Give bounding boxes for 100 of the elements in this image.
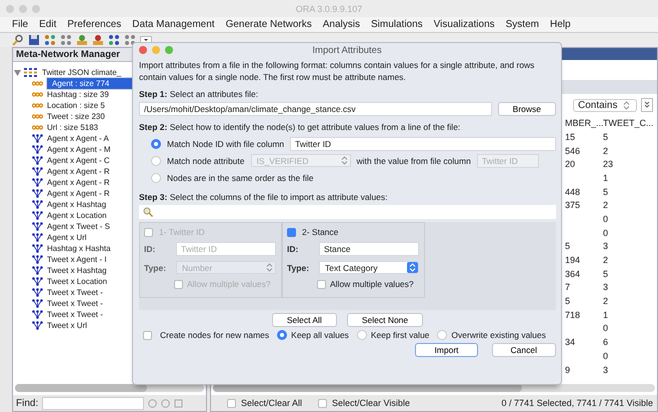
tree-item[interactable]: Agent x Agent - R <box>46 177 111 188</box>
table-cell: 448 <box>565 186 580 197</box>
tree-item[interactable]: Tweet x Tweet - <box>46 298 104 309</box>
checkbox[interactable] <box>317 280 326 288</box>
radio-button[interactable] <box>437 330 448 340</box>
person-icon[interactable] <box>76 34 88 46</box>
double-chevron-icon[interactable] <box>641 98 653 112</box>
stepper-icon <box>264 262 275 273</box>
menu-item[interactable]: Edit <box>39 19 56 30</box>
checkbox[interactable] <box>318 398 328 408</box>
menu-item[interactable]: Preferences <box>67 19 122 30</box>
graph-icon <box>32 156 43 165</box>
table-cell: 2 <box>603 296 608 306</box>
table-cell: 375 <box>565 200 580 210</box>
type-select[interactable]: Text Category <box>319 261 419 274</box>
dots-icon <box>32 103 43 108</box>
dots-icon <box>32 81 43 86</box>
select-none-button[interactable]: Select None <box>346 313 424 327</box>
window-title: ORA 3.0.9.9.107 <box>296 4 362 14</box>
tree-item[interactable]: Agent x Agent - C <box>46 155 111 166</box>
scrollbar[interactable] <box>213 384 655 392</box>
find-field[interactable] <box>42 396 144 410</box>
nodes-icon[interactable] <box>124 34 136 46</box>
select-all-button[interactable]: Select All <box>272 313 337 327</box>
magnifier-icon[interactable] <box>12 34 24 46</box>
tree-item[interactable]: Tweet x Url <box>46 320 88 331</box>
checkbox[interactable] <box>143 330 152 340</box>
tree-item[interactable]: Tweet : size 230 <box>46 111 106 122</box>
tree-item[interactable]: Agent x Agent - M <box>46 144 112 155</box>
nodes-icon[interactable] <box>108 34 120 46</box>
circle-icon[interactable] <box>148 398 158 408</box>
tree-item[interactable]: Tweet x Agent - I <box>46 254 108 265</box>
tree-item[interactable]: Agent x Tweet - S <box>46 221 111 232</box>
id-field[interactable]: Stance <box>319 242 419 256</box>
graph-icon <box>32 145 43 154</box>
radio-button[interactable] <box>277 330 288 340</box>
tree-item[interactable]: Agent x Agent - R <box>46 188 111 199</box>
file-path-field[interactable]: /Users/mohit/Desktop/aman/climate_change_stance.csv <box>139 102 492 116</box>
tree-item[interactable]: Tweet x Location <box>46 276 108 287</box>
tree-item[interactable]: Agent x Location <box>46 210 108 221</box>
tree-item[interactable]: Agent x Hashtag <box>46 199 108 210</box>
graph-icon <box>32 310 43 319</box>
radio-button[interactable] <box>151 172 161 182</box>
column-field[interactable]: Twitter ID <box>290 136 556 150</box>
tree-item[interactable]: Tweet x Tweet - <box>46 309 104 320</box>
menu-item[interactable]: Data Management <box>132 19 215 30</box>
checkbox[interactable] <box>287 228 296 236</box>
save-icon[interactable] <box>28 34 40 46</box>
tree-item[interactable]: Hashtag : size 39 <box>46 89 110 100</box>
tree-item[interactable]: Twitter JSON climate_ <box>41 67 122 78</box>
field-label: ID: <box>144 244 156 254</box>
menu-item[interactable]: System <box>506 19 539 30</box>
checkbox-label: Allow multiple values? <box>330 279 414 289</box>
table-cell: 1 <box>603 172 608 183</box>
table-cell: 194 <box>565 255 580 266</box>
scrollbar[interactable] <box>15 384 204 392</box>
table-cell: 20 <box>565 159 576 170</box>
column-header[interactable]: TWEET_C... <box>603 116 653 130</box>
radio-button[interactable] <box>151 138 161 148</box>
table-cell: 0 <box>603 350 608 361</box>
radio-button[interactable] <box>151 156 161 166</box>
square-icon[interactable] <box>174 398 184 408</box>
menu-item[interactable]: Simulations <box>370 19 423 30</box>
tree-item[interactable]: Hashtag x Hashta <box>46 243 112 254</box>
browse-button[interactable]: Browse <box>498 102 556 116</box>
grid-icon <box>24 68 38 77</box>
tree-item[interactable]: Location : size 5 <box>46 100 106 111</box>
tree-item[interactable]: Url : size 5183 <box>46 122 100 133</box>
tree-item[interactable]: Tweet x Tweet - <box>46 287 104 298</box>
checkbox[interactable] <box>227 398 236 408</box>
tree-item[interactable]: Tweet x Hashtag <box>46 265 108 276</box>
column-header[interactable]: MBER_... <box>565 116 603 130</box>
menu-item[interactable]: Help <box>550 19 571 30</box>
tree-item[interactable]: Agent x Agent - R <box>46 166 111 177</box>
menu-item[interactable]: File <box>12 19 28 30</box>
person-icon[interactable] <box>92 34 104 46</box>
circle-icon[interactable] <box>161 398 170 408</box>
menu-item[interactable]: Analysis <box>322 19 360 30</box>
table-cell: 5 <box>565 241 570 252</box>
table-cell: 718 <box>565 310 580 320</box>
radio-label: Overwrite existing values <box>451 330 546 340</box>
expanded-triangle-icon[interactable] <box>14 70 21 76</box>
tree-item[interactable]: Agent x Agent - A <box>46 133 110 144</box>
menu-item[interactable]: Generate Networks <box>226 19 312 30</box>
table-cell: 2 <box>603 255 608 266</box>
nodes-icon[interactable] <box>44 34 56 46</box>
table-cell: 7 <box>565 282 570 292</box>
radio-label: Keep all values <box>291 330 349 340</box>
tree-item[interactable]: Agent x Url <box>46 232 88 243</box>
cancel-button[interactable]: Cancel <box>492 343 556 357</box>
filter-dropdown[interactable]: Contains <box>573 98 637 112</box>
nodes-icon[interactable] <box>60 34 72 46</box>
radio-button[interactable] <box>356 330 367 340</box>
import-button[interactable]: Import <box>415 343 478 357</box>
checkbox-label: Create nodes for new names <box>160 330 270 340</box>
graph-icon <box>32 211 43 220</box>
column-label: 2- Stance <box>302 227 338 237</box>
search-field[interactable] <box>139 205 556 219</box>
menu-item[interactable]: Visualizations <box>434 19 495 30</box>
radio-label: Match Node ID with file column <box>167 138 284 148</box>
